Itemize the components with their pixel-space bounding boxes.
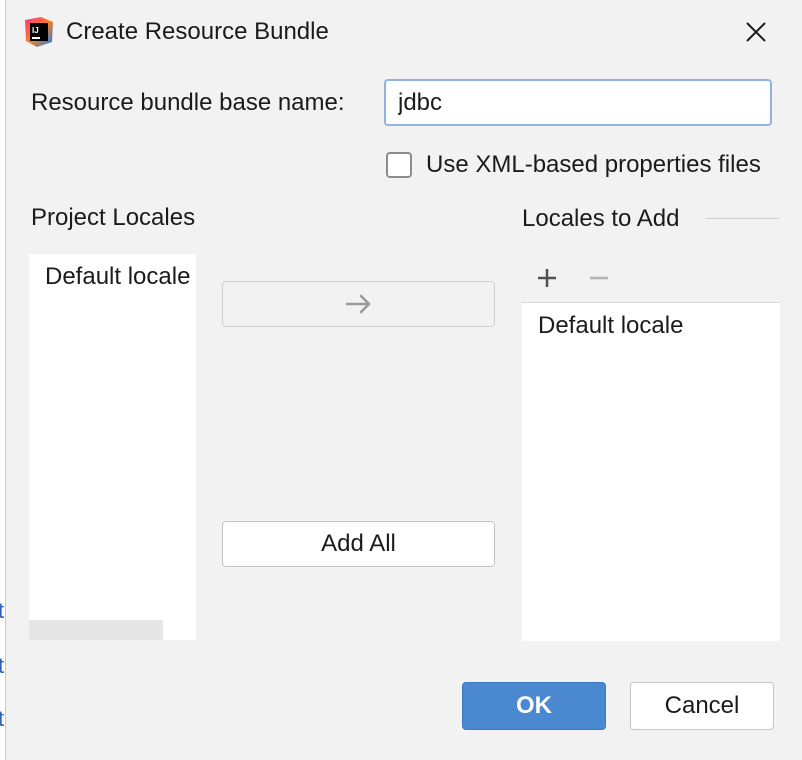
project-locales-list[interactable]: Default locale xyxy=(29,254,196,640)
list-item[interactable]: Default locale xyxy=(45,262,190,292)
ok-button[interactable]: OK xyxy=(462,682,606,730)
dialog-title: Create Resource Bundle xyxy=(66,18,329,45)
cancel-button[interactable]: Cancel xyxy=(630,682,774,730)
svg-text:IJ: IJ xyxy=(32,26,39,35)
heading-separator xyxy=(706,218,779,219)
close-button[interactable] xyxy=(736,14,776,50)
close-icon xyxy=(746,22,766,42)
add-locale-button[interactable] xyxy=(533,264,561,292)
locales-to-add-heading: Locales to Add xyxy=(522,205,680,232)
add-all-button[interactable]: Add All xyxy=(222,521,495,567)
intellij-idea-logo: IJ xyxy=(25,17,53,47)
minus-icon xyxy=(590,276,608,280)
list-item[interactable]: Default locale xyxy=(538,311,683,341)
xml-properties-label[interactable]: Use XML-based properties files xyxy=(426,150,761,180)
base-name-label: Resource bundle base name: xyxy=(31,89,345,116)
arrow-right-icon xyxy=(345,294,370,314)
locales-to-add-list[interactable]: Default locale xyxy=(522,302,780,641)
xml-properties-checkbox[interactable] xyxy=(386,152,412,178)
horizontal-scrollbar[interactable] xyxy=(29,620,163,640)
create-resource-bundle-dialog: IJ Create Resource Bundle Resource bundl… xyxy=(5,0,802,760)
move-to-add-button[interactable] xyxy=(222,281,495,327)
remove-locale-button[interactable] xyxy=(585,264,613,292)
base-name-input[interactable] xyxy=(384,79,772,126)
plus-icon xyxy=(538,269,556,287)
project-locales-heading: Project Locales xyxy=(31,204,196,231)
